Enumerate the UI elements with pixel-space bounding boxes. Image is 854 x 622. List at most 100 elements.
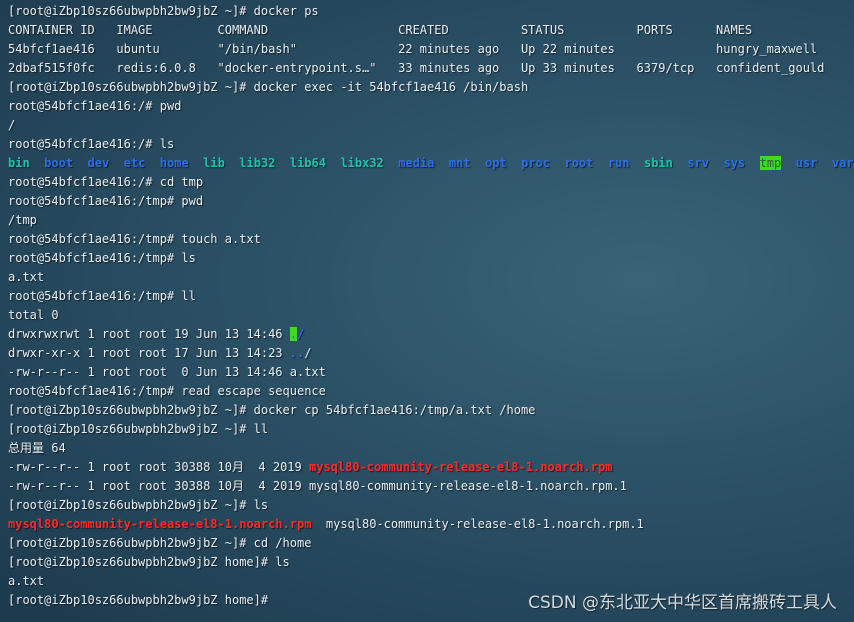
terminal-text: 总用量 64 <box>8 441 66 455</box>
ls-entry-dir: .. <box>289 346 305 360</box>
terminal-text: [root@iZbp10sz66ubwpbh2bw9jbZ ~]# cd /ho… <box>8 536 312 550</box>
ls-entry-dir: dev <box>87 156 110 170</box>
terminal-text: root@54bfcf1ae416:/tmp# read escape sequ… <box>8 384 326 398</box>
ls-entry-dir: media <box>398 156 435 170</box>
terminal-line: mysql80-community-release-el8-1.noarch.r… <box>8 515 854 534</box>
terminal-line: [root@iZbp10sz66ubwpbh2bw9jbZ home]# ls <box>8 553 854 572</box>
ls-entry-dir: etc <box>123 156 146 170</box>
terminal-text: 54bfcf1ae416 ubuntu "/bin/bash" 22 minut… <box>8 42 818 56</box>
terminal-line: drwxrwxrwt 1 root root 19 Jun 13 14:46 .… <box>8 325 854 344</box>
ls-entry-dir: root <box>564 156 594 170</box>
terminal-line: /tmp <box>8 211 854 230</box>
ls-entry-link: libx32 <box>340 156 384 170</box>
terminal-text: total 0 <box>8 308 59 322</box>
terminal-line: [root@iZbp10sz66ubwpbh2bw9jbZ ~]# docker… <box>8 401 854 420</box>
ls-entry-dir: mnt <box>448 156 471 170</box>
terminal-text: / <box>304 346 312 360</box>
ls-entry-dir: boot <box>44 156 74 170</box>
ls-entry-link: lib32 <box>239 156 276 170</box>
terminal-line: root@54bfcf1ae416:/tmp# read escape sequ… <box>8 382 854 401</box>
ls-entry-dir: proc <box>521 156 551 170</box>
terminal-text: drwxr-xr-x 1 root root 17 Jun 13 14:23 <box>8 346 290 360</box>
terminal-output[interactable]: [root@iZbp10sz66ubwpbh2bw9jbZ ~]# docker… <box>8 2 854 610</box>
terminal-line: -rw-r--r-- 1 root root 30388 10月 4 2019 … <box>8 458 854 477</box>
terminal-line: [root@iZbp10sz66ubwpbh2bw9jbZ ~]# cd /ho… <box>8 534 854 553</box>
ls-entry-rpm: mysql80-community-release-el8-1.noarch.r… <box>8 517 312 531</box>
ls-entry-sticky: tmp <box>759 156 782 170</box>
terminal-text: -rw-r--r-- 1 root root 30388 10月 4 2019 … <box>8 479 627 493</box>
terminal-line: / <box>8 116 854 135</box>
terminal-line: total 0 <box>8 306 854 325</box>
terminal-line: [root@iZbp10sz66ubwpbh2bw9jbZ ~]# ls <box>8 496 854 515</box>
terminal-line: drwxr-xr-x 1 root root 17 Jun 13 14:23 .… <box>8 344 854 363</box>
terminal-text: root@54bfcf1ae416:/# pwd <box>8 99 182 113</box>
ls-entry-link: bin <box>8 156 30 170</box>
ls-entry-cursor: . <box>289 327 297 341</box>
ls-entry-dir: / <box>297 327 305 341</box>
ls-entry-link: sbin <box>643 156 673 170</box>
terminal-text: [root@iZbp10sz66ubwpbh2bw9jbZ ~]# ll <box>8 422 269 436</box>
terminal-line: root@54bfcf1ae416:/tmp# ll <box>8 287 854 306</box>
terminal-line: [root@iZbp10sz66ubwpbh2bw9jbZ ~]# ll <box>8 420 854 439</box>
terminal-text: [root@iZbp10sz66ubwpbh2bw9jbZ ~]# docker… <box>8 80 529 94</box>
terminal-line: root@54bfcf1ae416:/tmp# touch a.txt <box>8 230 854 249</box>
terminal-text: root@54bfcf1ae416:/tmp# touch a.txt <box>8 232 261 246</box>
terminal-line: -rw-r--r-- 1 root root 30388 10月 4 2019 … <box>8 477 854 496</box>
terminal-text: drwxrwxrwt 1 root root 19 Jun 13 14:46 <box>8 327 290 341</box>
ls-entry-dir: sys <box>723 156 746 170</box>
ls-entry-dir: run <box>607 156 630 170</box>
terminal-line: root@54bfcf1ae416:/tmp# ls <box>8 249 854 268</box>
watermark: CSDN @东北亚大中华区首席搬砖工具人 <box>528 593 837 613</box>
terminal-text: root@54bfcf1ae416:/tmp# pwd <box>8 194 204 208</box>
ls-entry-dir: srv <box>687 156 710 170</box>
terminal-text: -rw-r--r-- 1 root root 30388 10月 4 2019 <box>8 460 309 474</box>
terminal-text: mysql80-community-release-el8-1.noarch.r… <box>311 517 644 531</box>
ls-entry-dir: home <box>159 156 189 170</box>
terminal-text: a.txt <box>8 270 45 284</box>
terminal-text: CONTAINER ID IMAGE COMMAND CREATED STATU… <box>8 23 753 37</box>
ls-entry-link: lib64 <box>289 156 326 170</box>
terminal-text: [root@iZbp10sz66ubwpbh2bw9jbZ ~]# docker… <box>8 4 319 18</box>
terminal-text: -rw-r--r-- 1 root root 0 Jun 13 14:46 a.… <box>8 365 326 379</box>
ls-entry-rpm: mysql80-community-release-el8-1.noarch.r… <box>309 460 613 474</box>
terminal-line: bin boot dev etc home lib lib32 lib64 li… <box>8 154 854 173</box>
terminal-line: [root@iZbp10sz66ubwpbh2bw9jbZ ~]# docker… <box>8 78 854 97</box>
ls-entry-dir: opt <box>484 156 507 170</box>
terminal-text: root@54bfcf1ae416:/# cd tmp <box>8 175 204 189</box>
terminal-line: CONTAINER ID IMAGE COMMAND CREATED STATU… <box>8 21 854 40</box>
terminal-text: [root@iZbp10sz66ubwpbh2bw9jbZ ~]# docker… <box>8 403 536 417</box>
terminal-line: [root@iZbp10sz66ubwpbh2bw9jbZ ~]# docker… <box>8 2 854 21</box>
terminal-line: root@54bfcf1ae416:/# ls <box>8 135 854 154</box>
terminal-text: a.txt <box>8 574 45 588</box>
terminal-text: [root@iZbp10sz66ubwpbh2bw9jbZ home]# <box>8 593 269 607</box>
terminal-text: root@54bfcf1ae416:/# ls <box>8 137 175 151</box>
terminal-text: root@54bfcf1ae416:/tmp# ls <box>8 251 196 265</box>
terminal-line: -rw-r--r-- 1 root root 0 Jun 13 14:46 a.… <box>8 363 854 382</box>
terminal-text: [root@iZbp10sz66ubwpbh2bw9jbZ ~]# ls <box>8 498 269 512</box>
terminal-line: root@54bfcf1ae416:/tmp# pwd <box>8 192 854 211</box>
terminal-line: 总用量 64 <box>8 439 854 458</box>
terminal-line: root@54bfcf1ae416:/# cd tmp <box>8 173 854 192</box>
terminal-line: root@54bfcf1ae416:/# pwd <box>8 97 854 116</box>
ls-entry-dir: usr <box>795 156 818 170</box>
terminal-line: 54bfcf1ae416 ubuntu "/bin/bash" 22 minut… <box>8 40 854 59</box>
terminal-text: 2dbaf515f0fc redis:6.0.8 "docker-entrypo… <box>8 61 825 75</box>
terminal-line: 2dbaf515f0fc redis:6.0.8 "docker-entrypo… <box>8 59 854 78</box>
ls-entry-dir: var <box>831 156 854 170</box>
